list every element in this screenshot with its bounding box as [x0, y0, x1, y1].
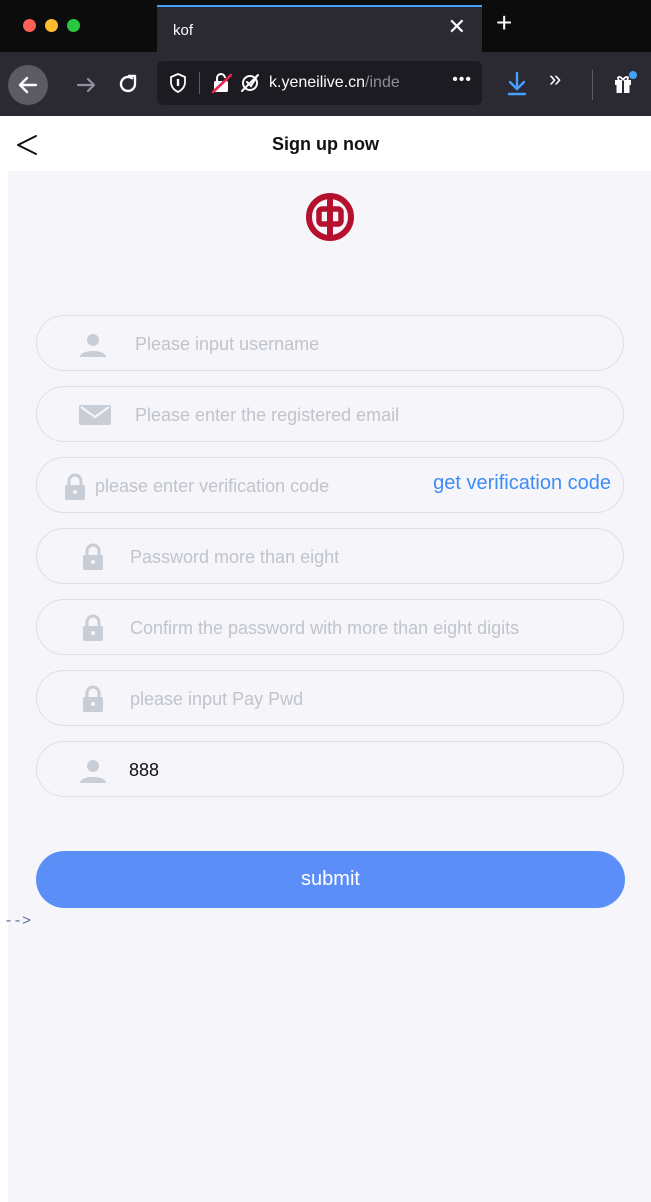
- username-input[interactable]: Please input username: [135, 334, 319, 355]
- back-arrow-icon: [18, 76, 38, 94]
- zoom-window-button[interactable]: [67, 19, 80, 32]
- address-bar-divider: [199, 72, 200, 94]
- reload-icon[interactable]: [116, 72, 140, 96]
- verification-code-field[interactable]: please enter verification code get verif…: [36, 457, 624, 513]
- browser-navigation-bar: k.yeneilive.cn/inde ••• »: [0, 52, 651, 116]
- username-field[interactable]: Please input username: [36, 315, 624, 371]
- confirm-password-field[interactable]: Confirm the password with more than eigh…: [36, 599, 624, 655]
- password-field[interactable]: Password more than eight: [36, 528, 624, 584]
- invite-code-field[interactable]: 888: [36, 741, 624, 797]
- bank-logo: [306, 193, 354, 241]
- submit-button[interactable]: submit: [36, 851, 625, 908]
- insecure-lock-icon[interactable]: [211, 72, 233, 94]
- password-input[interactable]: Password more than eight: [130, 547, 339, 568]
- tab-close-icon[interactable]: ✕: [448, 16, 466, 38]
- close-window-button[interactable]: [23, 19, 36, 32]
- tracking-shield-icon[interactable]: [169, 73, 187, 93]
- browser-tab[interactable]: kof ✕: [157, 5, 482, 52]
- whats-new-gift-icon[interactable]: [612, 70, 638, 96]
- browser-tab-bar: kof ✕ +: [0, 0, 651, 52]
- page-actions-more-icon[interactable]: •••: [452, 71, 472, 89]
- person-icon: [80, 760, 106, 783]
- lock-icon: [83, 685, 103, 712]
- pay-password-input[interactable]: please input Pay Pwd: [130, 689, 303, 710]
- signup-content: Please input username Please enter the r…: [8, 171, 651, 1202]
- person-icon: [80, 334, 106, 357]
- new-tab-plus-icon[interactable]: +: [496, 9, 512, 37]
- lock-icon: [65, 473, 85, 500]
- url-text[interactable]: k.yeneilive.cn/inde: [269, 74, 429, 92]
- url-path: /inde: [365, 74, 400, 91]
- permissions-blocked-icon[interactable]: [239, 72, 261, 94]
- invite-code-input[interactable]: 888: [129, 760, 159, 781]
- back-button[interactable]: [8, 65, 48, 105]
- download-icon[interactable]: [506, 71, 528, 97]
- page-title: Sign up now: [272, 134, 379, 154]
- forward-arrow-icon[interactable]: [74, 73, 98, 97]
- page-header: Sign up now: [0, 116, 651, 171]
- email-field[interactable]: Please enter the registered email: [36, 386, 624, 442]
- toolbar-divider: [592, 70, 593, 100]
- lock-icon: [83, 614, 103, 641]
- toolbar-overflow-icon[interactable]: »: [549, 66, 561, 92]
- minimize-window-button[interactable]: [45, 19, 58, 32]
- email-input[interactable]: Please enter the registered email: [135, 405, 399, 426]
- confirm-password-input[interactable]: Confirm the password with more than eigh…: [130, 618, 519, 639]
- stray-comment-text: -->: [4, 913, 32, 930]
- lock-icon: [83, 543, 103, 570]
- tab-title: kof: [173, 22, 194, 39]
- url-host: k.yeneilive.cn: [269, 74, 366, 91]
- pay-password-field[interactable]: please input Pay Pwd: [36, 670, 624, 726]
- verification-code-input[interactable]: please enter verification code: [95, 476, 345, 497]
- get-verification-code-button[interactable]: get verification code: [433, 472, 611, 495]
- address-bar[interactable]: k.yeneilive.cn/inde •••: [157, 61, 482, 105]
- mail-icon: [79, 405, 111, 425]
